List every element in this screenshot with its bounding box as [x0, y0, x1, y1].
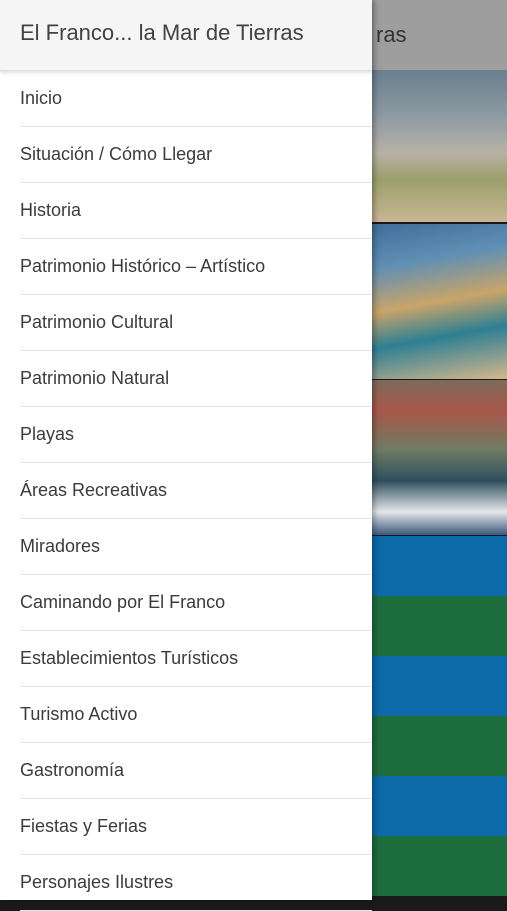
stripe-green — [372, 596, 507, 656]
stripe-green — [372, 836, 507, 896]
navigation-drawer: El Franco... la Mar de Tierras Inicio Si… — [0, 0, 372, 911]
stripe-blue — [372, 776, 507, 836]
menu-item-gastronomia[interactable]: Gastronomía — [20, 743, 372, 799]
stripe-blue — [372, 656, 507, 716]
house-photo-tile — [372, 70, 507, 222]
drawer-header: El Franco... la Mar de Tierras — [0, 0, 372, 71]
menu-item-patrimonio-natural[interactable]: Patrimonio Natural — [20, 351, 372, 407]
menu-item-label: Inicio — [20, 88, 63, 108]
menu-item-miradores[interactable]: Miradores — [20, 519, 372, 575]
menu-item-establecimientos[interactable]: Establecimientos Turísticos — [20, 631, 372, 687]
drawer-title: El Franco... la Mar de Tierras — [20, 20, 304, 45]
menu-item-situacion[interactable]: Situación / Cómo Llegar — [20, 127, 372, 183]
menu-item-label: Fiestas y Ferias — [20, 816, 148, 836]
menu-item-label: Establecimientos Turísticos — [20, 648, 239, 668]
menu-item-label: Gastronomía — [20, 760, 125, 780]
coast-photo-tile — [372, 224, 507, 379]
menu-item-label: Turismo Activo — [20, 704, 138, 724]
menu-item-label: Áreas Recreativas — [20, 480, 168, 500]
menu-item-caminando[interactable]: Caminando por El Franco — [20, 575, 372, 631]
menu-item-label: Personajes Ilustres — [20, 872, 174, 892]
menu-item-inicio[interactable]: Inicio — [20, 71, 372, 127]
background-toolbar-title: ras — [376, 22, 407, 47]
stripe-green — [372, 716, 507, 776]
menu-item-label: Playas — [20, 424, 75, 444]
harbor-photo-tile — [372, 380, 507, 535]
menu-item-historia[interactable]: Historia — [20, 183, 372, 239]
menu-item-patrimonio-historico[interactable]: Patrimonio Histórico – Artístico — [20, 239, 372, 295]
menu-item-label: Caminando por El Franco — [20, 592, 226, 612]
menu-item-fiestas[interactable]: Fiestas y Ferias — [20, 799, 372, 855]
menu-item-label: Patrimonio Cultural — [20, 312, 174, 332]
menu-item-areas-recreativas[interactable]: Áreas Recreativas — [20, 463, 372, 519]
menu-item-label: Miradores — [20, 536, 101, 556]
menu-item-playas[interactable]: Playas — [20, 407, 372, 463]
menu-item-patrimonio-cultural[interactable]: Patrimonio Cultural — [20, 295, 372, 351]
menu-item-label: Historia — [20, 200, 82, 220]
drawer-menu: Inicio Situación / Cómo Llegar Historia … — [0, 71, 372, 911]
menu-item-personajes[interactable]: Personajes Ilustres — [20, 855, 372, 911]
menu-item-label: Patrimonio Histórico – Artístico — [20, 256, 266, 276]
menu-item-label: Situación / Cómo Llegar — [20, 144, 213, 164]
stripe-blue — [372, 536, 507, 596]
menu-item-turismo-activo[interactable]: Turismo Activo — [20, 687, 372, 743]
menu-item-label: Patrimonio Natural — [20, 368, 170, 388]
